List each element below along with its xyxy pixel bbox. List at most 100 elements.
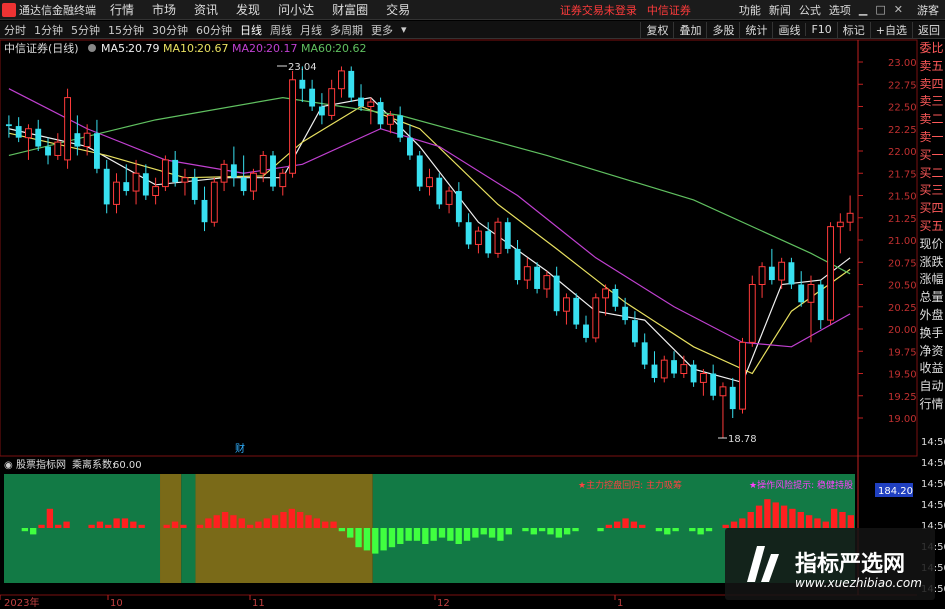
huaxian-button[interactable]: 画线 [772,21,805,38]
indicator-bar-neg [347,528,354,538]
side-tab-17[interactable]: 净资 [918,343,945,361]
candle-up [152,186,160,197]
side-tab-0[interactable]: 委比 [918,40,945,58]
side-tab-8[interactable]: 买三 [918,182,945,200]
tongji-button[interactable]: 统计 [739,21,772,38]
price-tick-label: 20.50 [888,281,917,292]
side-tab-6[interactable]: 买一 [918,147,945,165]
more-dropdown-icon[interactable]: ▾ [397,23,411,36]
candle-down [416,155,423,187]
fuquan-button[interactable]: 复权 [640,21,673,38]
indicator-bar-neg [522,528,529,532]
candle-up [543,275,551,290]
news-marker[interactable]: 财 [235,442,245,455]
period-15min[interactable]: 15分钟 [104,22,148,38]
side-tab-2[interactable]: 卖四 [918,76,945,94]
side-tab-10[interactable]: 买五 [918,218,945,236]
biaoji-button[interactable]: 标记 [836,21,870,38]
menu-shichang[interactable]: 市场 [152,1,176,18]
side-tab-16[interactable]: 换手 [918,325,945,343]
back-button[interactable]: 返回 [912,21,945,38]
indicator-settings-icon[interactable]: ◉ [4,460,13,471]
side-tab-20[interactable]: 行情 [918,396,945,414]
side-tab-13[interactable]: 涨幅 [918,271,945,289]
period-fenshi[interactable]: 分时 [0,22,30,38]
indicator-bar-pos [113,518,120,528]
candle-down [631,320,638,343]
candle-down [612,288,619,307]
side-tab-18[interactable]: 收益 [918,360,945,378]
period-1min[interactable]: 1分钟 [30,22,67,38]
side-tab-1[interactable]: 卖五 [918,58,945,76]
side-time-2: 14:50 [921,479,945,490]
menu-jiaoyi[interactable]: 交易 [386,1,410,18]
candle-up [494,221,502,254]
diejia-button[interactable]: 叠加 [673,21,706,38]
f10-button[interactable]: F10 [805,23,836,36]
indicator-bar-neg [555,528,562,538]
side-tab-19[interactable]: 自动 [918,378,945,396]
price-tick-label: 23.00 [888,58,917,69]
date-dec: 12 [437,598,450,609]
indicator-bar-neg [672,528,679,532]
candle-up [474,230,482,245]
maximize-icon[interactable]: □ [875,3,885,16]
indicator-bar-neg [497,528,504,541]
menu-zixun[interactable]: 资讯 [194,1,218,18]
period-5min[interactable]: 5分钟 [67,22,104,38]
ma60-label: MA60: [301,42,336,55]
price-tick-label: 22.75 [888,80,917,91]
side-tab-15[interactable]: 外盘 [918,307,945,325]
side-tab-3[interactable]: 卖三 [918,93,945,111]
minimize-icon[interactable]: ▁ [859,3,867,16]
indicator-bar-neg [355,528,362,548]
period-daily[interactable]: 日线 [236,22,266,38]
indicator-name[interactable]: 股票指标网 [16,458,66,471]
candle-up [113,181,120,205]
trade-login-notice[interactable]: 证券交易未登录 [560,2,637,18]
period-more[interactable]: 更多 [367,22,397,38]
period-60min[interactable]: 60分钟 [192,22,236,38]
settings-dot-icon[interactable] [88,44,96,52]
candle-down [465,222,472,245]
side-tab-12[interactable]: 涨跌 [918,254,945,272]
menu-bar: 通达信金融终端 行情 市场 资讯 发现 问小达 财富圈 交易 证券交易未登录 中… [0,0,945,20]
menu-gongshi[interactable]: 公式 [799,2,821,18]
indicator-bar-neg [480,528,487,535]
side-tab-14[interactable]: 总量 [918,289,945,307]
candle-down [201,199,208,223]
close-icon[interactable]: ✕ [894,3,903,16]
candle-up [328,88,336,116]
period-30min[interactable]: 30分钟 [148,22,192,38]
ma-line-ma5 [8,96,851,384]
side-tab-5[interactable]: 卖一 [918,129,945,147]
period-multi[interactable]: 多周期 [326,22,367,38]
side-tab-4[interactable]: 卖二 [918,111,945,129]
indicator-bar-pos [271,515,279,528]
indicator-bar-neg [538,528,546,532]
duogu-button[interactable]: 多股 [706,21,739,38]
menu-faxian[interactable]: 发现 [236,1,260,18]
price-axis: 23.00 22.75 22.50 22.25 22.00 21.75 21.50 21.25… [857,40,917,595]
indicator-bar-pos [614,521,621,528]
indicator-bar-pos [221,512,229,528]
side-tab-9[interactable]: 买四 [918,200,945,218]
side-tab-11[interactable]: 现价 [918,236,945,254]
menu-gongneng[interactable]: 功能 [739,2,761,18]
period-monthly[interactable]: 月线 [296,22,326,38]
menu-xinwen[interactable]: 新闻 [769,2,791,18]
indicator-bar-neg [30,528,37,535]
candle-down [318,106,325,116]
menu-xuanxiang[interactable]: 选项 [829,2,851,18]
menu-wenxiaoda[interactable]: 问小达 [278,1,314,18]
menu-hangqing[interactable]: 行情 [110,1,134,18]
kline-chart[interactable]: 23.00 22.75 22.50 22.25 22.00 21.75 21.50 21.25… [0,0,945,609]
add-watchlist-button[interactable]: +自选 [869,21,912,38]
indicator-bar-neg [655,528,663,532]
side-tab-7[interactable]: 买二 [918,165,945,183]
guest-label[interactable]: 游客 [917,2,939,18]
menu-caifuquan[interactable]: 财富圈 [332,1,368,18]
period-weekly[interactable]: 周线 [266,22,296,38]
indicator-bar-pos [280,512,287,528]
price-tick-label: 22.00 [888,147,917,158]
